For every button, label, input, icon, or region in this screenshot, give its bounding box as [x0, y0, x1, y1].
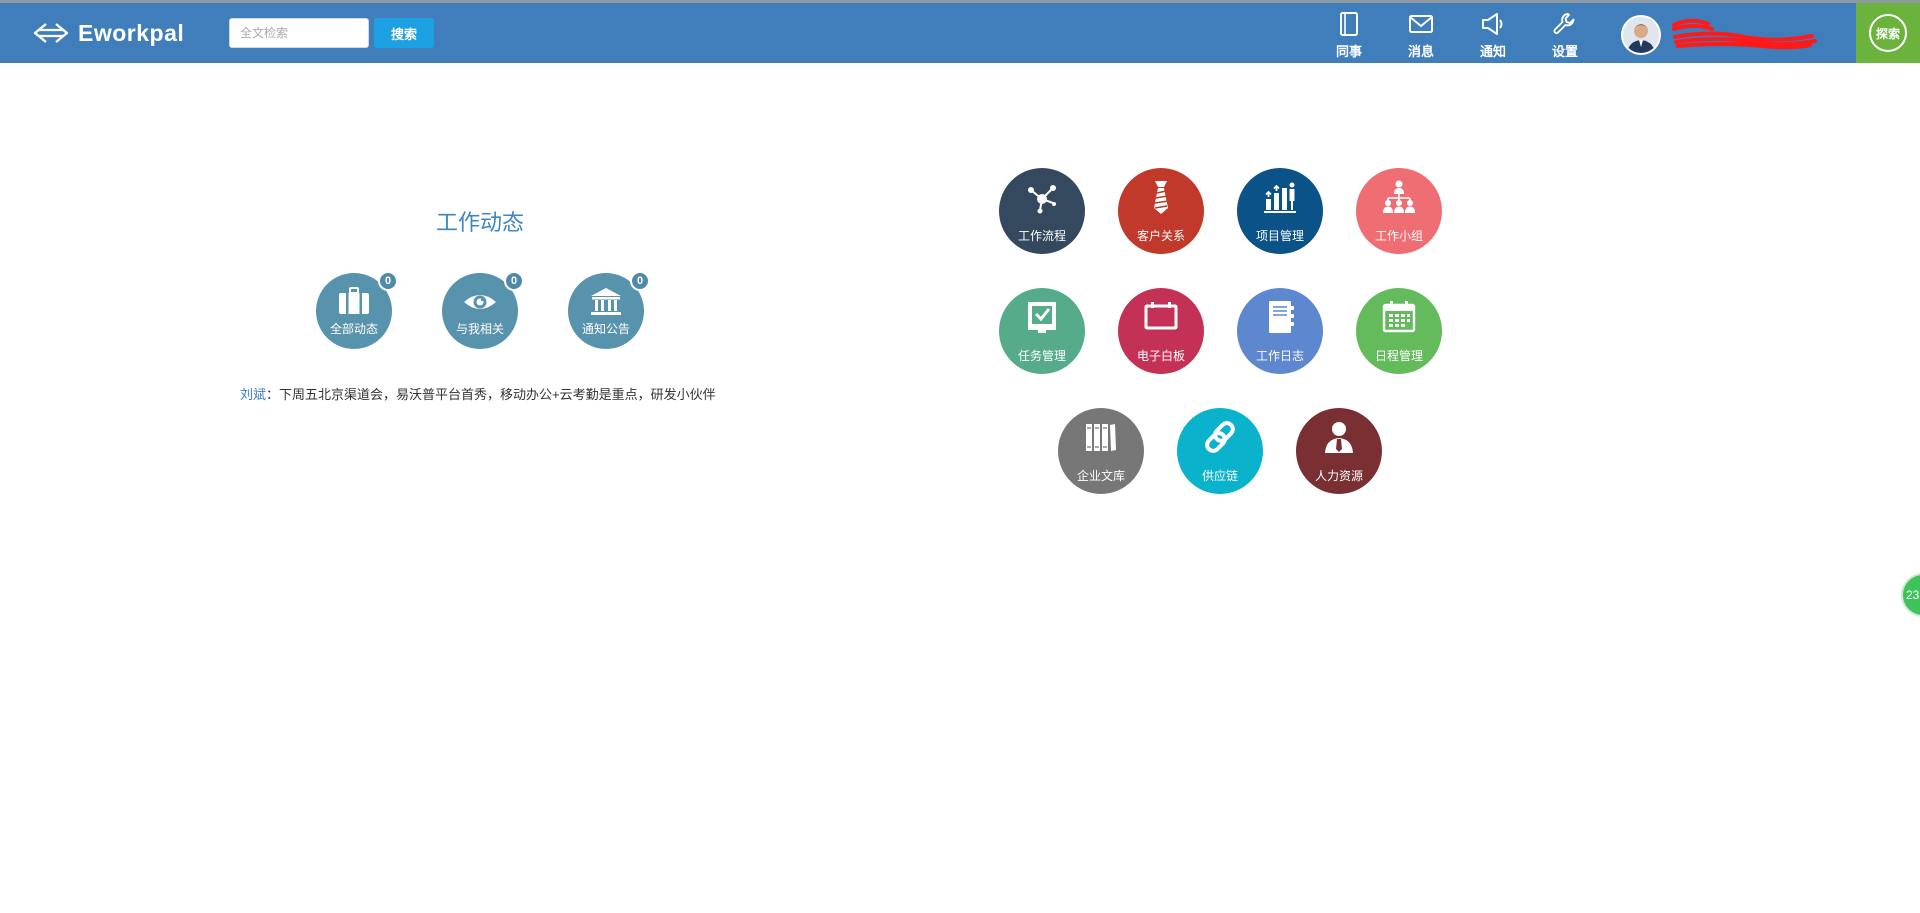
app-task-label: 任务管理 — [1017, 349, 1066, 363]
app-workgroup[interactable]: 工作小组 — [1356, 168, 1442, 254]
app-whiteboard-label: 电子白板 — [1136, 349, 1185, 363]
nav-notice[interactable]: 通知 — [1463, 11, 1523, 61]
explore-panel: 探索 — [1856, 3, 1920, 63]
eye-icon — [464, 295, 496, 309]
related-to-me-button[interactable]: 与我相关 0 — [442, 271, 524, 349]
app-supply-chain[interactable]: 供应链 — [1177, 408, 1263, 494]
growth-chart-icon — [1264, 182, 1296, 213]
chain-link-icon — [1205, 421, 1235, 453]
floating-assistant-button[interactable]: 23 — [1901, 573, 1920, 617]
app-crm-label: 客户关系 — [1136, 229, 1185, 243]
bank-icon — [591, 288, 621, 315]
feed-author-link[interactable]: 刘斌 — [240, 387, 266, 402]
app-worklog-label: 工作日志 — [1255, 349, 1304, 363]
search-input[interactable] — [229, 18, 369, 48]
search-button[interactable]: 搜索 — [374, 18, 434, 48]
all-dynamics-label: 全部动态 — [329, 322, 378, 336]
app-task[interactable]: 任务管理 — [999, 288, 1085, 374]
app-supply-chain-label: 供应链 — [1201, 469, 1238, 483]
eworkpal-arrows-logo-icon — [33, 23, 69, 43]
top-navbar: Eworkpal 搜索 同事 消息 通知 设置 — [0, 3, 1920, 63]
app-workflow[interactable]: 工作流程 — [999, 168, 1085, 254]
whiteboard-icon — [1144, 302, 1178, 330]
tie-icon — [1154, 181, 1169, 214]
notebook-icon — [1340, 12, 1358, 36]
nav-message[interactable]: 消息 — [1391, 11, 1451, 61]
envelope-icon — [1409, 15, 1433, 33]
app-project-label: 项目管理 — [1255, 229, 1304, 243]
workflow-nodes-icon — [1028, 185, 1056, 214]
brand-name: Eworkpal — [78, 19, 185, 46]
books-icon — [1086, 424, 1116, 451]
app-hr-label: 人力资源 — [1314, 469, 1363, 483]
all-dynamics-count-badge: 0 — [378, 271, 398, 291]
user-name-redacted[interactable] — [1672, 15, 1817, 55]
feed-text[interactable]: 下周五北京渠道会，易沃普平台首秀，移动办公+云考勤是重点，研发小伙伴 — [279, 387, 716, 402]
nav-colleague-label: 同事 — [1335, 44, 1362, 59]
feed-item: 刘斌：下周五北京渠道会，易沃普平台首秀，移动办公+云考勤是重点，研发小伙伴 — [240, 384, 716, 403]
app-library[interactable]: 企业文库 — [1058, 408, 1144, 494]
nav-notice-label: 通知 — [1479, 44, 1506, 59]
nav-message-label: 消息 — [1407, 44, 1434, 59]
app-library-label: 企业文库 — [1076, 469, 1125, 483]
nav-settings-label: 设置 — [1551, 44, 1578, 59]
task-check-icon — [1028, 302, 1056, 333]
brand-logo[interactable]: Eworkpal — [32, 17, 184, 49]
user-avatar[interactable] — [1621, 15, 1661, 55]
person-tie-icon — [1325, 422, 1353, 453]
app-project[interactable]: 项目管理 — [1237, 168, 1323, 254]
journal-icon — [1269, 301, 1294, 333]
related-to-me-count-badge: 0 — [504, 271, 524, 291]
nav-colleague[interactable]: 同事 — [1319, 11, 1379, 61]
announcements-label: 通知公告 — [581, 322, 630, 336]
app-worklog[interactable]: 工作日志 — [1237, 288, 1323, 374]
nav-settings[interactable]: 设置 — [1535, 11, 1595, 61]
explore-button[interactable]: 探索 — [1869, 14, 1907, 52]
app-hr[interactable]: 人力资源 — [1296, 408, 1382, 494]
feed-separator: ： — [266, 387, 280, 402]
announcements-count-badge: 0 — [630, 271, 650, 291]
all-dynamics-button[interactable]: 全部动态 0 — [316, 271, 398, 349]
app-schedule[interactable]: 日程管理 — [1356, 288, 1442, 374]
calendar-icon — [1382, 301, 1416, 333]
app-workflow-label: 工作流程 — [1017, 229, 1066, 243]
wrench-icon — [1553, 13, 1575, 34]
app-whiteboard[interactable]: 电子白板 — [1118, 288, 1204, 374]
app-schedule-label: 日程管理 — [1374, 349, 1423, 363]
related-to-me-label: 与我相关 — [455, 322, 504, 336]
app-workgroup-label: 工作小组 — [1374, 229, 1423, 243]
megaphone-icon — [1482, 13, 1503, 35]
announcements-button[interactable]: 通知公告 0 — [568, 271, 650, 349]
app-crm[interactable]: 客户关系 — [1118, 168, 1204, 254]
work-dynamics-title: 工作动态 — [435, 210, 524, 235]
team-org-icon — [1383, 180, 1415, 213]
briefcase-icon — [339, 287, 369, 314]
